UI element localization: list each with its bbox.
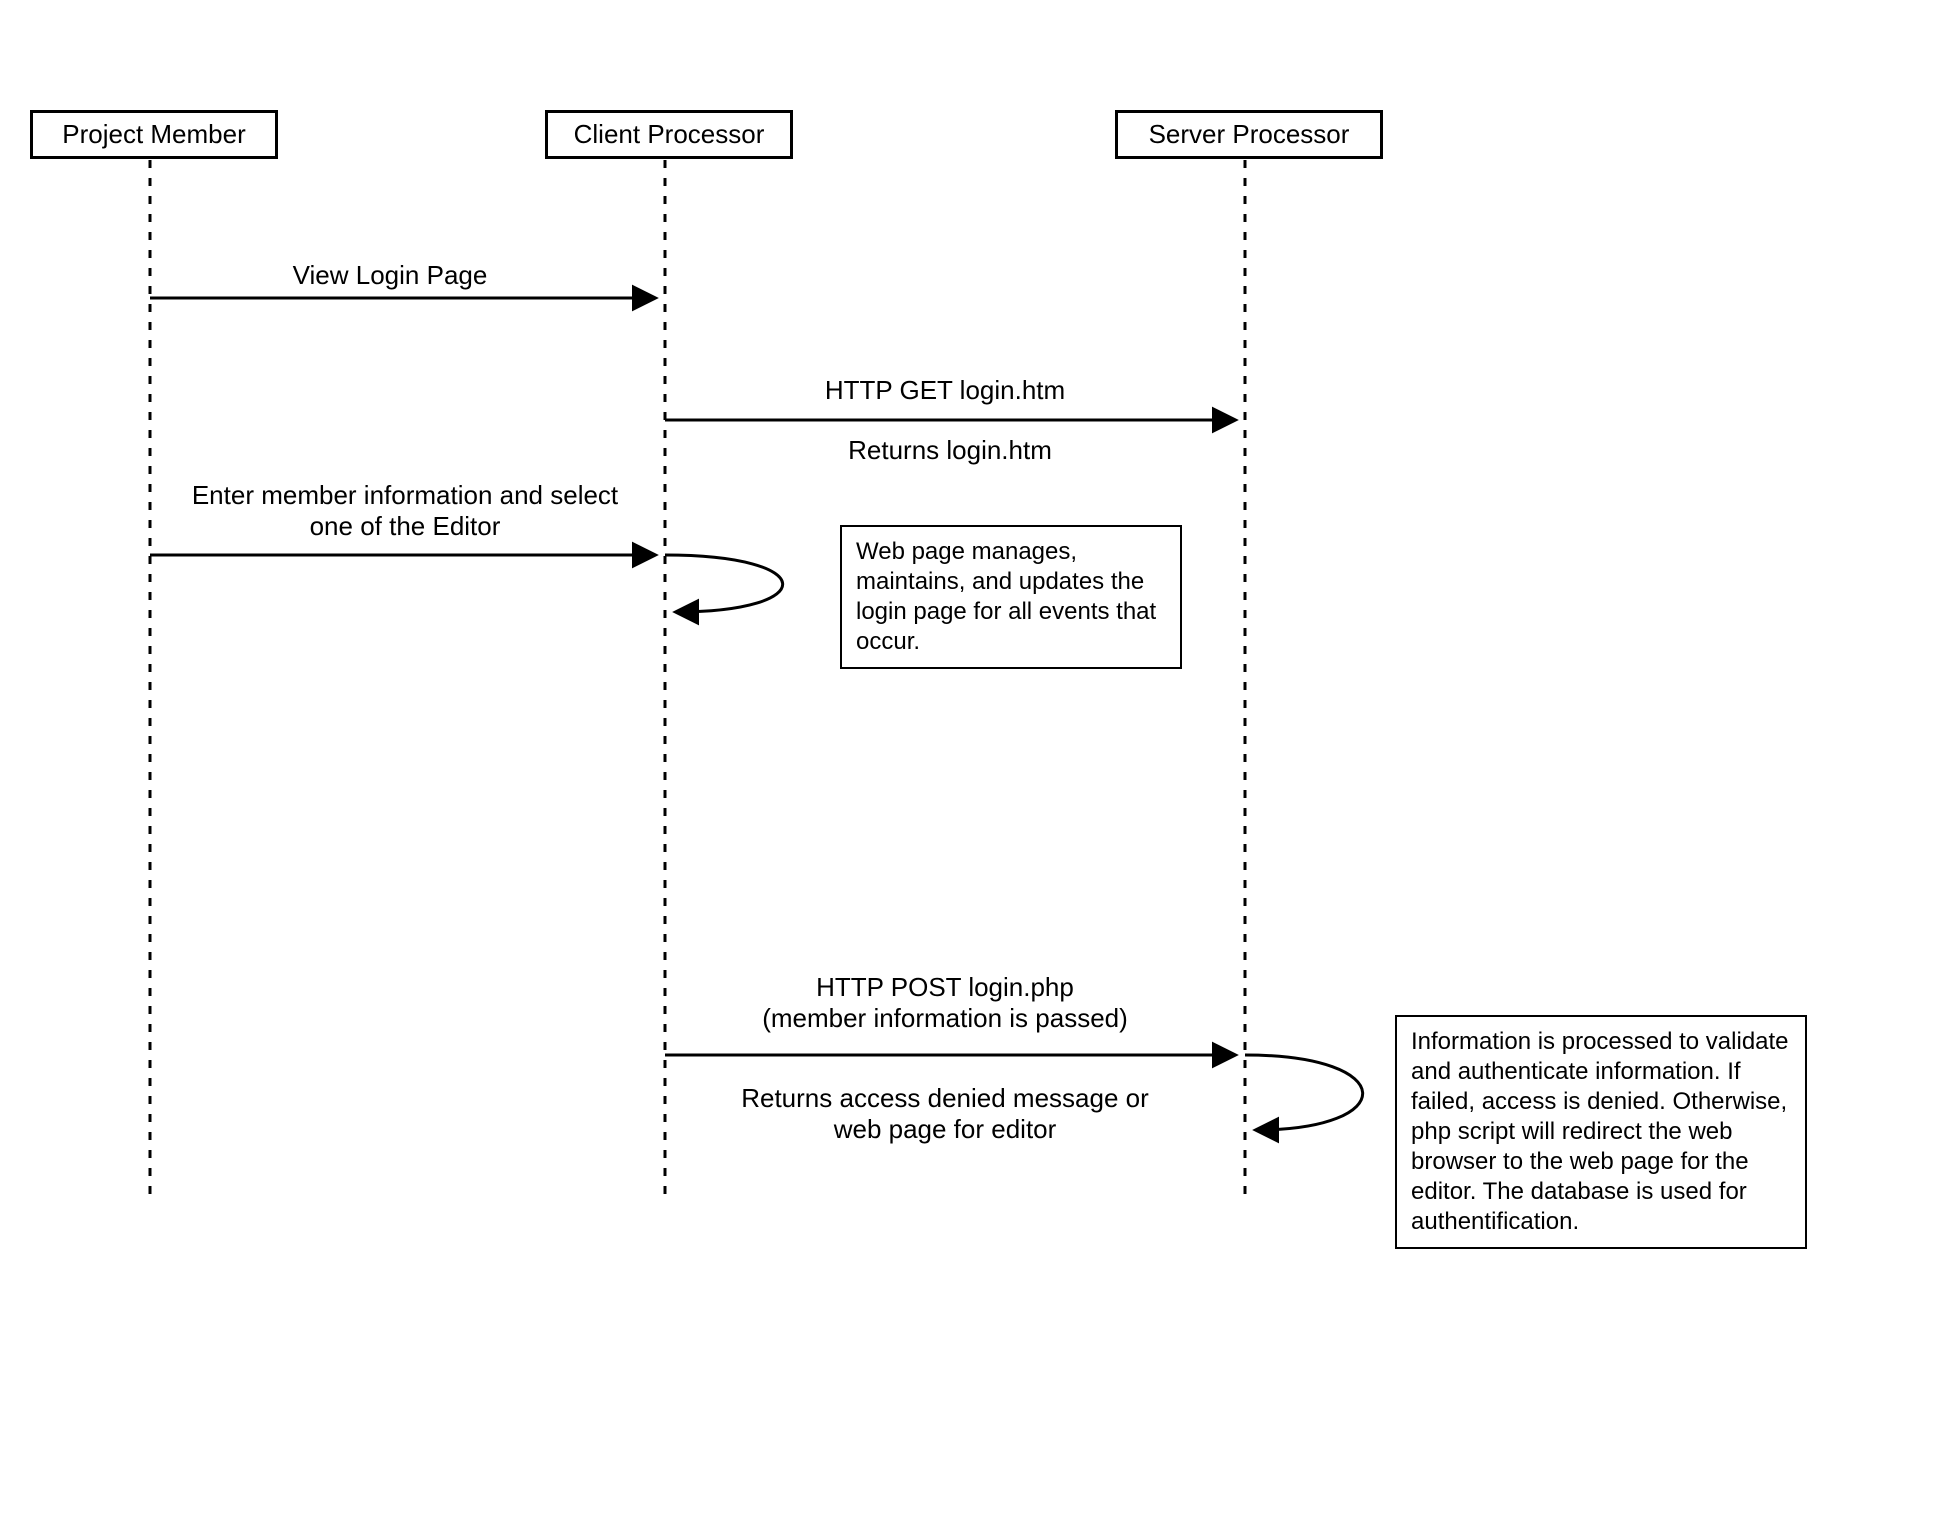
note-server: Information is processed to validate and… <box>1395 1015 1807 1249</box>
actor-server-processor: Server Processor <box>1115 110 1383 159</box>
label-returns-login: Returns login.htm <box>800 435 1100 466</box>
actor-client-processor: Client Processor <box>545 110 793 159</box>
label-view-login: View Login Page <box>250 260 530 291</box>
label-http-get: HTTP GET login.htm <box>770 375 1120 406</box>
note-client: Web page manages, maintains, and updates… <box>840 525 1182 669</box>
label-returns-access: Returns access denied message or web pag… <box>700 1083 1190 1145</box>
diagram-svg <box>0 0 1939 1533</box>
sequence-diagram: Project Member Client Processor Server P… <box>0 0 1939 1533</box>
label-enter-info: Enter member information and select one … <box>160 480 650 542</box>
label-http-post: HTTP POST login.php (member information … <box>720 972 1170 1034</box>
actor-project-member: Project Member <box>30 110 278 159</box>
